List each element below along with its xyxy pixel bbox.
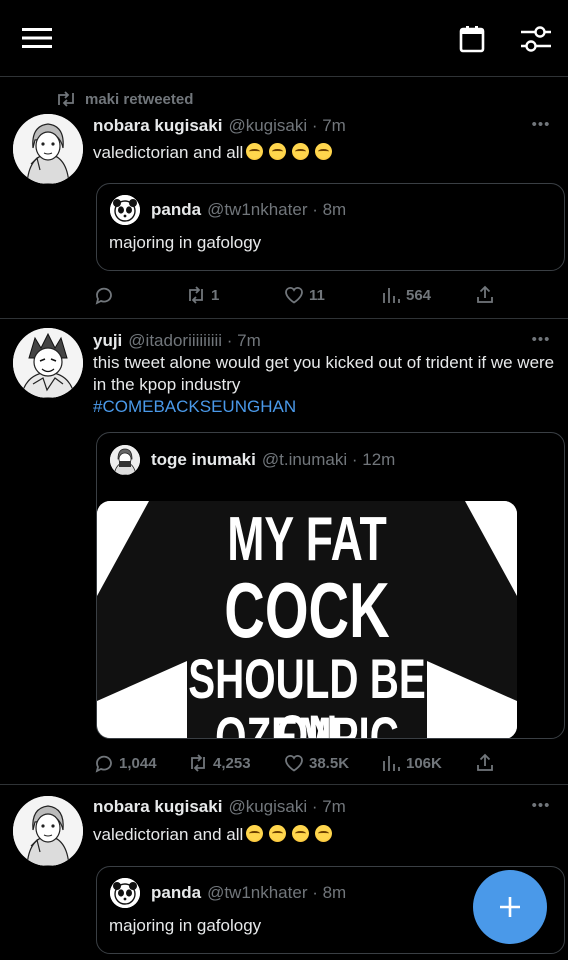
display-name[interactable]: yuji bbox=[93, 331, 122, 351]
tweet-text-content: valedictorian and all bbox=[93, 143, 244, 162]
plus-icon bbox=[500, 897, 520, 917]
quoted-text: majoring in gafology bbox=[109, 916, 262, 935]
panda-avatar bbox=[110, 878, 140, 908]
views-button[interactable]: 564 bbox=[380, 283, 431, 307]
quoted-tweet[interactable]: toge inumaki @t.inumaki · 12m MY FAT COC… bbox=[96, 432, 565, 739]
hashtag-link[interactable]: #COMEBACKSEUNGHAN bbox=[93, 397, 296, 416]
heart-icon bbox=[285, 755, 303, 772]
quoted-display-name: panda bbox=[151, 883, 202, 902]
share-icon bbox=[477, 285, 493, 303]
quoted-header: toge inumaki @t.inumaki · 12m bbox=[151, 450, 395, 472]
more-options-icon[interactable]: ••• bbox=[528, 797, 554, 817]
more-options-icon[interactable]: ••• bbox=[528, 331, 554, 351]
emoji-crying-icon bbox=[246, 143, 264, 160]
emoji-crying-icon bbox=[269, 825, 287, 842]
shirt-line-1: MY FAT bbox=[227, 505, 387, 574]
panda-avatar bbox=[110, 195, 140, 225]
menu-icon[interactable] bbox=[18, 22, 56, 54]
tweet-actions: 1 11 564 bbox=[93, 283, 513, 307]
avatar[interactable] bbox=[13, 796, 83, 866]
like-button[interactable]: 11 bbox=[283, 283, 325, 307]
divider bbox=[0, 318, 568, 319]
retweet-button[interactable]: 1 bbox=[185, 283, 219, 307]
share-button[interactable] bbox=[474, 751, 496, 775]
reply-button[interactable]: 1,044 bbox=[93, 751, 157, 775]
views-chart-icon bbox=[383, 756, 400, 771]
share-icon bbox=[477, 753, 493, 771]
quoted-handle-time: @tw1nkhater · 8m bbox=[207, 883, 347, 902]
shirt-line-4: OZEMPIC bbox=[215, 705, 399, 739]
tweet-header: nobara kugisaki @kugisaki · 7m bbox=[93, 797, 346, 821]
emoji-crying-icon bbox=[315, 825, 333, 842]
quoted-display-name: toge inumaki bbox=[151, 450, 256, 469]
reply-icon bbox=[95, 755, 112, 773]
toge-avatar bbox=[110, 445, 140, 475]
quoted-display-name: panda bbox=[151, 200, 202, 219]
like-count: 11 bbox=[309, 286, 325, 304]
handle-time: @kugisaki · 7m bbox=[228, 797, 346, 816]
quoted-header: panda @tw1nkhater · 8m bbox=[151, 200, 346, 222]
avatar[interactable] bbox=[13, 114, 83, 184]
tweet-text-content: valedictorian and all bbox=[93, 825, 244, 844]
share-button[interactable] bbox=[474, 283, 496, 307]
quoted-handle-time: @tw1nkhater · 8m bbox=[207, 200, 347, 219]
tweet-header: nobara kugisaki @kugisaki · 7m bbox=[93, 116, 346, 140]
emoji-crying-icon bbox=[292, 825, 310, 842]
retweet-icon bbox=[189, 286, 203, 304]
reply-icon bbox=[95, 287, 112, 305]
retweet-icon bbox=[191, 754, 205, 772]
like-count: 38.5K bbox=[309, 754, 350, 772]
top-bar bbox=[0, 0, 568, 77]
retweet-button[interactable]: 4,253 bbox=[187, 751, 251, 775]
display-name[interactable]: nobara kugisaki bbox=[93, 797, 222, 817]
more-options-icon[interactable]: ••• bbox=[528, 116, 554, 136]
retweet-count: 4,253 bbox=[213, 754, 251, 772]
quoted-text: majoring in gafology bbox=[109, 233, 262, 252]
quoted-tweet[interactable]: panda @tw1nkhater · 8m majoring in gafol… bbox=[96, 183, 565, 271]
divider bbox=[0, 784, 568, 785]
views-button[interactable]: 106K bbox=[380, 751, 442, 775]
heart-icon bbox=[285, 287, 303, 304]
compose-button[interactable] bbox=[473, 870, 547, 944]
retweet-indicator[interactable]: maki retweeted bbox=[55, 88, 193, 110]
reply-button[interactable] bbox=[93, 283, 119, 307]
calendar-icon[interactable] bbox=[454, 21, 490, 57]
emoji-crying-icon bbox=[269, 143, 287, 160]
views-count: 564 bbox=[406, 286, 432, 304]
emoji-crying-icon bbox=[292, 143, 310, 160]
sliders-icon[interactable] bbox=[516, 20, 556, 58]
tweet-text-content: this tweet alone would get you kicked ou… bbox=[93, 353, 555, 394]
tweet-text: this tweet alone would get you kicked ou… bbox=[93, 352, 555, 418]
like-button[interactable]: 38.5K bbox=[283, 751, 349, 775]
retweet-count: 1 bbox=[211, 286, 220, 304]
shirt-photo[interactable]: MY FAT COCK SHOULD BE ON OZEMPIC bbox=[97, 501, 517, 739]
display-name[interactable]: nobara kugisaki bbox=[93, 116, 222, 136]
tweet-text: valedictorian and all bbox=[93, 824, 555, 846]
views-count: 106K bbox=[406, 754, 442, 772]
handle-time: @kugisaki · 7m bbox=[228, 116, 346, 135]
tweet-text: valedictorian and all bbox=[93, 142, 555, 164]
tweet-actions: 1,044 4,253 38.5K 106K bbox=[93, 751, 513, 775]
avatar[interactable] bbox=[13, 328, 83, 398]
retweet-icon bbox=[58, 91, 74, 107]
handle-time: @itadoriiiiiiiii · 7m bbox=[128, 331, 261, 350]
views-chart-icon bbox=[383, 288, 400, 303]
quoted-header: panda @tw1nkhater · 8m bbox=[151, 883, 346, 905]
emoji-crying-icon bbox=[246, 825, 264, 842]
retweeted-by-label: maki retweeted bbox=[85, 90, 194, 108]
quoted-handle-time: @t.inumaki · 12m bbox=[261, 450, 396, 469]
reply-count: 1,044 bbox=[119, 754, 157, 772]
shirt-line-2: COCK bbox=[224, 566, 390, 654]
emoji-crying-icon bbox=[315, 143, 333, 160]
